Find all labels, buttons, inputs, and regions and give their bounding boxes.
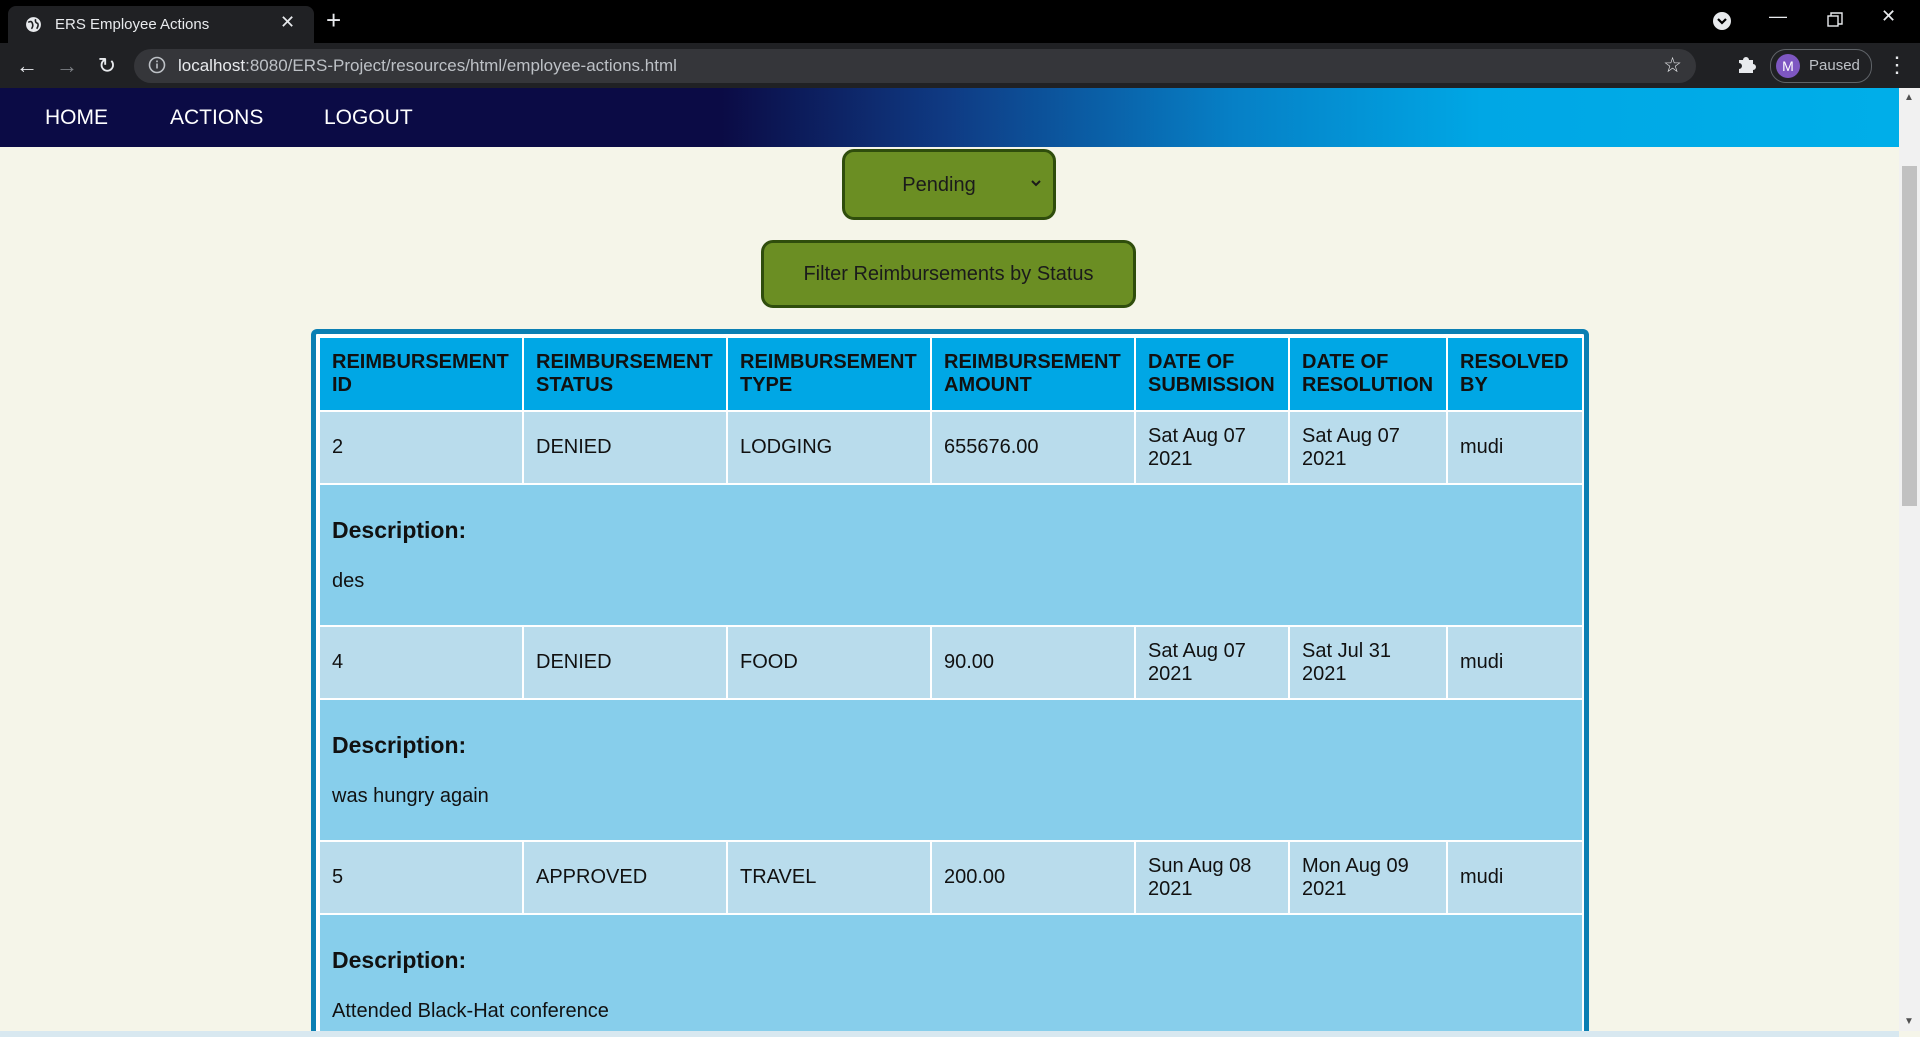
- browser-tab-strip: ERS Employee Actions ✕ + — ✕: [0, 0, 1920, 43]
- scroll-up-arrow-icon[interactable]: ▲: [1904, 92, 1914, 103]
- profile-button[interactable]: M Paused: [1770, 49, 1872, 83]
- cell-amount: 200.00: [930, 840, 1136, 915]
- restore-icon[interactable]: [1827, 12, 1843, 28]
- globe-icon: [26, 17, 41, 32]
- filter-reimbursements-button[interactable]: Filter Reimbursements by Status: [761, 240, 1136, 308]
- cell-resolved: Mon Aug 09 2021: [1288, 840, 1448, 915]
- extensions-puzzle-icon[interactable]: [1734, 52, 1758, 76]
- cell-type: TRAVEL: [726, 840, 932, 915]
- description-text: was hungry again: [332, 785, 489, 807]
- scrollbar-thumb[interactable]: [1902, 166, 1917, 506]
- cell-status: APPROVED: [522, 840, 728, 915]
- avatar: M: [1776, 54, 1800, 78]
- back-arrow-icon[interactable]: ←: [13, 52, 41, 80]
- table-header-row: REIMBURSEMENT ID REIMBURSEMENT STATUS RE…: [318, 336, 1584, 412]
- browser-toolbar: ← → ↻ localhost:8080/ERS-Project/resourc…: [0, 43, 1920, 88]
- description-label: Description:: [332, 517, 467, 543]
- header-reimbursement-amount: REIMBURSEMENT AMOUNT: [930, 336, 1136, 412]
- browser-menu-icon[interactable]: ⋮: [1886, 52, 1908, 78]
- reload-icon[interactable]: ↻: [93, 52, 121, 80]
- reimbursement-table: REIMBURSEMENT ID REIMBURSEMENT STATUS RE…: [318, 336, 1584, 1031]
- profile-status: Paused: [1809, 57, 1860, 74]
- table-row: 2 DENIED LODGING 655676.00 Sat Aug 07 20…: [318, 410, 1584, 485]
- description-row: Description: Attended Black-Hat conferen…: [318, 913, 1584, 1031]
- nav-logout-link[interactable]: LOGOUT: [324, 106, 413, 130]
- reimbursement-table-container: REIMBURSEMENT ID REIMBURSEMENT STATUS RE…: [311, 329, 1589, 1031]
- cell-type: LODGING: [726, 410, 932, 485]
- header-reimbursement-status: REIMBURSEMENT STATUS: [522, 336, 728, 412]
- status-filter-select[interactable]: Pending: [842, 149, 1056, 220]
- tab-title: ERS Employee Actions: [55, 16, 210, 33]
- header-resolved-by: RESOLVED BY: [1446, 336, 1584, 412]
- nav-actions-link[interactable]: ACTIONS: [170, 106, 263, 130]
- minimize-icon[interactable]: —: [1769, 6, 1787, 27]
- description-label: Description:: [332, 732, 467, 758]
- page-viewport: HOME ACTIONS LOGOUT Pending Filter Reimb…: [0, 88, 1899, 1031]
- scroll-down-arrow-icon[interactable]: ▼: [1904, 1016, 1914, 1027]
- description-text: Attended Black-Hat conference: [332, 1000, 609, 1022]
- close-tab-icon[interactable]: ✕: [280, 12, 295, 33]
- cell-submitted: Sat Aug 07 2021: [1134, 410, 1290, 485]
- info-icon[interactable]: [148, 56, 166, 74]
- description-row: Description: des: [318, 483, 1584, 627]
- url-host: localhost: [178, 56, 246, 75]
- cell-status: DENIED: [522, 410, 728, 485]
- cell-amount: 655676.00: [930, 410, 1136, 485]
- cell-resolver: mudi: [1446, 410, 1584, 485]
- header-reimbursement-id: REIMBURSEMENT ID: [318, 336, 524, 412]
- description-cell: Description: was hungry again: [318, 698, 1584, 842]
- cell-resolved: Sat Aug 07 2021: [1288, 410, 1448, 485]
- description-text: des: [332, 570, 365, 592]
- cell-submitted: Sun Aug 08 2021: [1134, 840, 1290, 915]
- nav-home-link[interactable]: HOME: [45, 106, 108, 130]
- cell-status: DENIED: [522, 625, 728, 700]
- cell-id: 5: [318, 840, 524, 915]
- description-row: Description: was hungry again: [318, 698, 1584, 842]
- address-bar[interactable]: localhost:8080/ERS-Project/resources/htm…: [134, 49, 1696, 83]
- forward-arrow-icon[interactable]: →: [53, 52, 81, 80]
- url-text: localhost:8080/ERS-Project/resources/htm…: [178, 56, 677, 76]
- new-tab-icon[interactable]: +: [326, 7, 341, 33]
- cell-resolved: Sat Jul 31 2021: [1288, 625, 1448, 700]
- header-date-of-resolution: DATE OF RESOLUTION: [1288, 336, 1448, 412]
- bookmark-star-icon[interactable]: ☆: [1663, 53, 1682, 78]
- close-window-icon[interactable]: ✕: [1881, 6, 1896, 27]
- cell-submitted: Sat Aug 07 2021: [1134, 625, 1290, 700]
- description-label: Description:: [332, 947, 467, 973]
- cell-id: 2: [318, 410, 524, 485]
- vertical-scrollbar[interactable]: ▲ ▼: [1899, 88, 1920, 1031]
- site-navbar: HOME ACTIONS LOGOUT: [0, 88, 1899, 147]
- table-row: 5 APPROVED TRAVEL 200.00 Sun Aug 08 2021…: [318, 840, 1584, 915]
- header-date-of-submission: DATE OF SUBMISSION: [1134, 336, 1290, 412]
- horizontal-scrollbar[interactable]: [0, 1031, 1899, 1037]
- cell-amount: 90.00: [930, 625, 1136, 700]
- cell-type: FOOD: [726, 625, 932, 700]
- url-path: :8080/ERS-Project/resources/html/employe…: [245, 56, 677, 75]
- cell-resolver: mudi: [1446, 840, 1584, 915]
- description-cell: Description: Attended Black-Hat conferen…: [318, 913, 1584, 1031]
- header-reimbursement-type: REIMBURSEMENT TYPE: [726, 336, 932, 412]
- cell-id: 4: [318, 625, 524, 700]
- cell-resolver: mudi: [1446, 625, 1584, 700]
- tab-search-icon[interactable]: [1712, 11, 1732, 31]
- browser-tab[interactable]: ERS Employee Actions ✕: [8, 6, 314, 43]
- description-cell: Description: des: [318, 483, 1584, 627]
- table-row: 4 DENIED FOOD 90.00 Sat Aug 07 2021 Sat …: [318, 625, 1584, 700]
